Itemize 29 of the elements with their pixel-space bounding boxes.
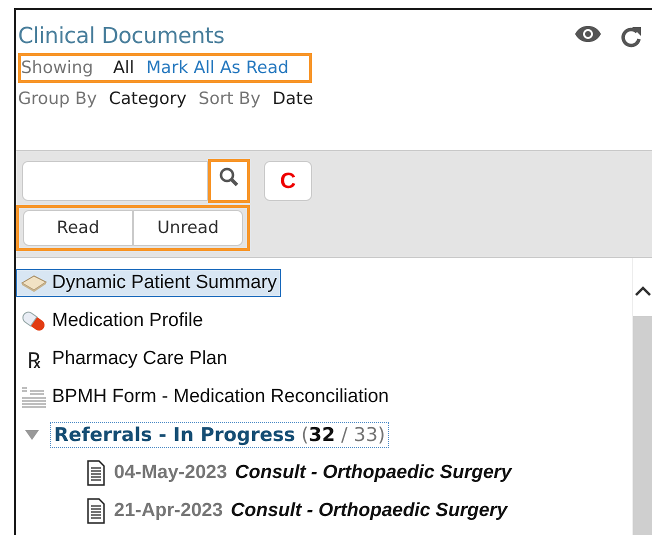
document-item[interactable]: 21-Apr-2023 Consult - Orthopaedic Surgery: [82, 495, 512, 527]
clear-button[interactable]: C: [264, 161, 312, 201]
setting-value[interactable]: Date: [272, 89, 314, 109]
filter-label: Showing: [21, 58, 94, 78]
filter-value[interactable]: All: [113, 58, 134, 78]
setting-label: Group By: [18, 89, 97, 109]
tree-group[interactable]: Referrals - In Progress (32 / 33): [50, 422, 390, 448]
tree-item[interactable]: Dynamic Patient Summary: [16, 269, 281, 297]
book-icon: [20, 273, 48, 293]
tree-item[interactable]: Medication Profile: [16, 305, 208, 337]
tree-item[interactable]: ℞ Pharmacy Care Plan: [16, 341, 232, 377]
form-icon: [20, 385, 48, 409]
search-button[interactable]: [208, 159, 250, 203]
rx-icon: ℞: [20, 344, 48, 374]
document-icon: [86, 460, 106, 486]
filter-button[interactable]: Unread: [133, 210, 243, 246]
document-item[interactable]: 04-May-2023 Consult - Orthopaedic Surgery: [82, 457, 516, 489]
eye-icon[interactable]: [574, 24, 602, 42]
panel-title: Clinical Documents: [18, 24, 224, 49]
refresh-icon[interactable]: [620, 24, 642, 48]
scrollbar-thumb[interactable]: [633, 316, 652, 535]
tree-item[interactable]: BPMH Form - Medication Reconciliation: [16, 382, 393, 412]
setting-label: Sort By: [198, 89, 261, 109]
setting-value[interactable]: Category: [108, 89, 187, 109]
search-field[interactable]: [22, 161, 208, 201]
filter-button[interactable]: Read: [23, 210, 133, 246]
mark-all-read-link[interactable]: Mark All As Read: [146, 58, 289, 78]
document-icon: [86, 498, 106, 524]
search-icon: [218, 166, 240, 188]
